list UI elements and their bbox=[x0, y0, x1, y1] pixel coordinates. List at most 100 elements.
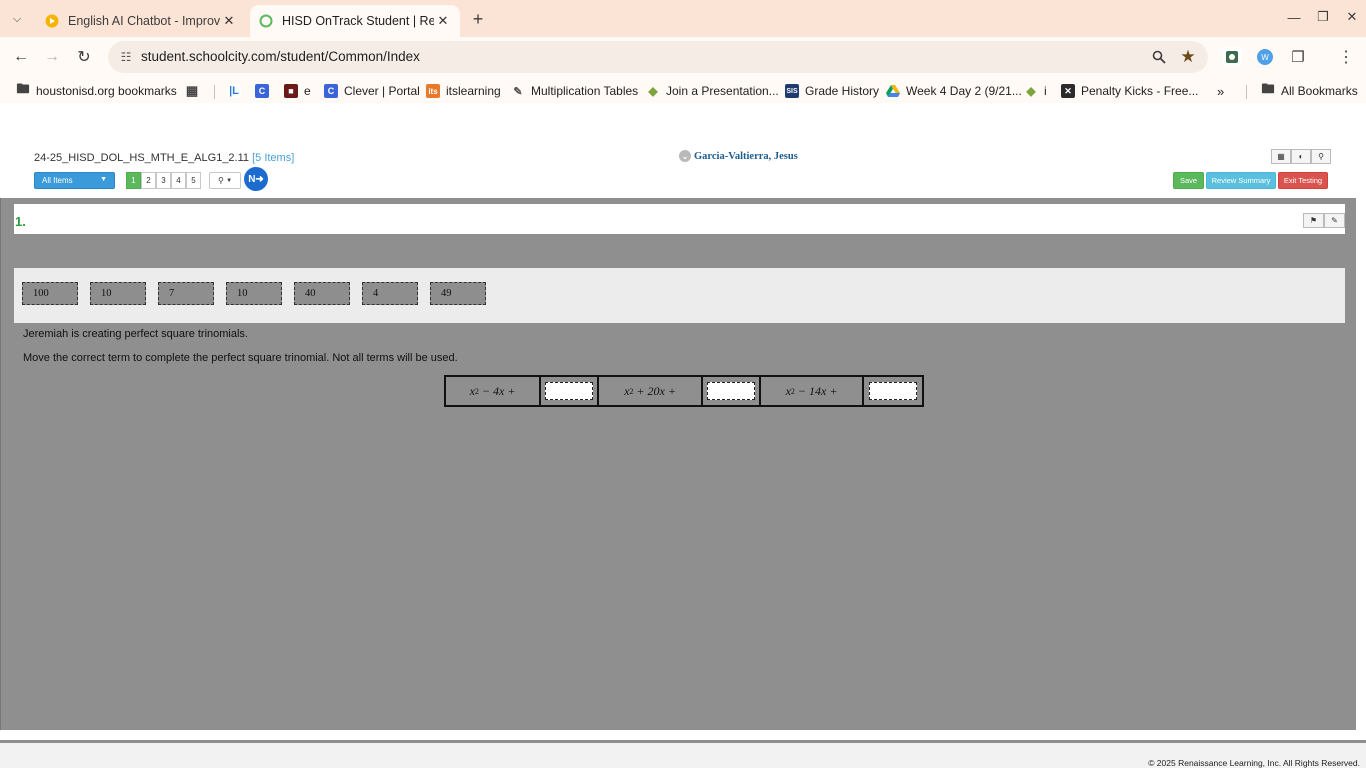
managed-folder-icon: 🖿 bbox=[16, 81, 30, 96]
svg-text:W: W bbox=[1261, 53, 1269, 62]
extensions-puzzle-icon[interactable]: ❐ bbox=[1288, 47, 1308, 67]
drag-term[interactable]: 4 bbox=[362, 282, 418, 305]
page-button-1[interactable]: 1 bbox=[126, 172, 141, 189]
test-page: 24-25_HISD_DOL_HS_MTH_E_ALG1_2.11 [5 Ite… bbox=[0, 103, 1366, 768]
question-instruction: Move the correct term to complete the pe… bbox=[23, 352, 458, 364]
bookmark-label: Join a Presentation... bbox=[666, 84, 779, 98]
drop-target[interactable] bbox=[545, 382, 593, 400]
more-menu-icon[interactable]: ⋮ bbox=[1336, 47, 1356, 67]
drag-term[interactable]: 10 bbox=[226, 282, 282, 305]
bookmark-label: i bbox=[1044, 84, 1047, 98]
notepad-icon[interactable]: ✎ bbox=[1324, 213, 1345, 228]
bookmark-label: itslearning bbox=[446, 84, 501, 98]
bookmark-clever[interactable]: C bbox=[255, 82, 275, 100]
bookmark-label: e bbox=[304, 84, 311, 98]
all-items-label: All Items bbox=[42, 176, 73, 185]
page-button-4[interactable]: 4 bbox=[171, 172, 186, 189]
bookmark-houstonisd[interactable]: 🖿 houstonisd.org bookmarks bbox=[16, 81, 176, 100]
bookmark-penalty-kicks[interactable]: ✕ Penalty Kicks - Free... bbox=[1061, 82, 1198, 100]
drag-term[interactable]: 49 bbox=[430, 282, 486, 305]
drop-cell bbox=[864, 377, 922, 405]
student-menu[interactable]: ⌄ Garcia-Valtierra, Jesus bbox=[679, 150, 798, 162]
page-button-3[interactable]: 3 bbox=[156, 172, 171, 189]
bookmark-e[interactable]: ■ e bbox=[284, 82, 311, 100]
bookmark-ixl[interactable]: |L bbox=[227, 82, 247, 100]
caret-down-icon: ▼ bbox=[100, 176, 107, 183]
tab-search-icon[interactable]: ⌵ bbox=[6, 8, 28, 30]
back-arrow-icon[interactable]: ← bbox=[9, 45, 33, 69]
close-tab-icon[interactable]: ✕ bbox=[434, 12, 452, 30]
drag-term[interactable]: 40 bbox=[294, 282, 350, 305]
save-button[interactable]: Save bbox=[1173, 172, 1204, 189]
drag-term[interactable]: 7 bbox=[158, 282, 214, 305]
search-dropdown[interactable]: ⚲ ▼ bbox=[209, 172, 241, 189]
chatbot-icon bbox=[44, 13, 60, 29]
all-items-dropdown[interactable]: All Items ▼ bbox=[34, 172, 115, 189]
site-info-icon[interactable]: ☷ bbox=[118, 49, 134, 65]
new-tab-plus-icon[interactable]: + bbox=[467, 8, 489, 30]
expression-cell: x2 − 4x + bbox=[446, 377, 541, 405]
tab-title: English AI Chatbot - Improve Yo bbox=[68, 14, 220, 28]
forward-arrow-icon[interactable]: → bbox=[40, 45, 64, 69]
url-text[interactable]: student.schoolcity.com/student/Common/In… bbox=[141, 49, 420, 64]
itslearning-icon: its bbox=[426, 84, 440, 98]
site-icon: ■ bbox=[284, 84, 298, 98]
drag-term[interactable]: 10 bbox=[90, 282, 146, 305]
ixl-icon: |L bbox=[227, 84, 241, 98]
more-bookmarks-chevron-icon[interactable]: » bbox=[1217, 82, 1224, 100]
question-header: 1. ⚑ ✎ bbox=[14, 204, 1345, 234]
question-tools: ⚑ ✎ bbox=[1303, 213, 1345, 228]
restore-icon[interactable]: ❐ bbox=[1309, 6, 1337, 28]
bookmark-apps[interactable]: ▦ bbox=[185, 82, 205, 100]
review-summary-button[interactable]: Review Summary bbox=[1206, 172, 1276, 189]
flag-icon[interactable]: ⚑ bbox=[1303, 213, 1324, 228]
bookmark-label: Penalty Kicks - Free... bbox=[1081, 84, 1199, 98]
page-button-5[interactable]: 5 bbox=[186, 172, 201, 189]
reload-icon[interactable]: ↻ bbox=[72, 45, 96, 69]
math-icon: ✎ bbox=[513, 85, 523, 98]
extension-icon[interactable] bbox=[1222, 47, 1242, 67]
item-count[interactable]: [5 Items] bbox=[252, 152, 294, 164]
apps-grid-icon: ▦ bbox=[185, 83, 199, 98]
bookmark-multiplication[interactable]: ✎ Multiplication Tables bbox=[511, 82, 638, 100]
bookmark-itslearning[interactable]: its itslearning bbox=[426, 82, 501, 100]
exit-testing-button[interactable]: Exit Testing bbox=[1278, 172, 1328, 189]
close-tab-icon[interactable]: ✕ bbox=[220, 12, 238, 30]
zoom-icon[interactable] bbox=[1150, 48, 1168, 66]
expression-cell: x2 − 14x + bbox=[761, 377, 864, 405]
sis-icon: SIS bbox=[785, 84, 799, 98]
minimize-icon[interactable]: — bbox=[1280, 6, 1308, 28]
all-bookmarks[interactable]: 🖿 All Bookmarks bbox=[1261, 81, 1357, 100]
drop-target[interactable] bbox=[869, 382, 917, 400]
bookmark-star-icon[interactable]: ★ bbox=[1178, 47, 1198, 67]
bookmark-label: Grade History bbox=[805, 84, 880, 98]
close-window-icon[interactable]: ✕ bbox=[1338, 6, 1366, 28]
bookmark-clever-portal[interactable]: C Clever | Portal bbox=[324, 82, 420, 100]
expression-cell: x2 + 20x + bbox=[599, 377, 703, 405]
question-area: 1. ⚑ ✎ 100 10 7 10 40 4 49 Jeremiah is c… bbox=[0, 198, 1356, 730]
bookmark-join-presentation[interactable]: ◆ Join a Presentation... bbox=[646, 82, 779, 100]
loading-ring-icon bbox=[258, 13, 274, 29]
contrast-icon[interactable]: ◐ bbox=[1291, 149, 1311, 164]
bookmark-i[interactable]: ◆ i bbox=[1024, 82, 1047, 100]
drop-target[interactable] bbox=[707, 382, 755, 400]
next-item-button[interactable]: N ➜ bbox=[244, 167, 268, 191]
trinomial-table: x2 − 4x + x2 + 20x + x2 − 14x + bbox=[444, 375, 924, 407]
extension-blue-icon[interactable]: W bbox=[1255, 47, 1275, 67]
drop-cell bbox=[703, 377, 761, 405]
page-button-2[interactable]: 2 bbox=[141, 172, 156, 189]
bookmarks-bar: 🖿 houstonisd.org bookmarks ▦ |L C ■ e C … bbox=[0, 77, 1366, 103]
bookmark-grade-history[interactable]: SIS Grade History bbox=[785, 82, 879, 100]
tab-title: HISD OnTrack Student | Renaiss bbox=[282, 14, 434, 28]
address-bar[interactable]: ☷ student.schoolcity.com/student/Common/… bbox=[108, 41, 1208, 73]
toolbox-icon[interactable]: ▦ bbox=[1271, 149, 1291, 164]
tab-english-ai-chatbot[interactable]: English AI Chatbot - Improve Yo ✕ bbox=[36, 5, 246, 37]
magnify-icon[interactable]: ⚲ bbox=[1311, 149, 1331, 164]
next-label: N bbox=[248, 173, 256, 185]
question-number: 1. bbox=[15, 214, 26, 229]
bookmark-week4[interactable]: Week 4 Day 2 (9/21... bbox=[886, 82, 1022, 100]
drag-term[interactable]: 100 bbox=[22, 282, 78, 305]
bookmark-separator bbox=[1246, 85, 1247, 99]
tab-hisd-ontrack[interactable]: HISD OnTrack Student | Renaiss ✕ bbox=[250, 5, 460, 37]
clever-c-icon: C bbox=[255, 84, 269, 98]
